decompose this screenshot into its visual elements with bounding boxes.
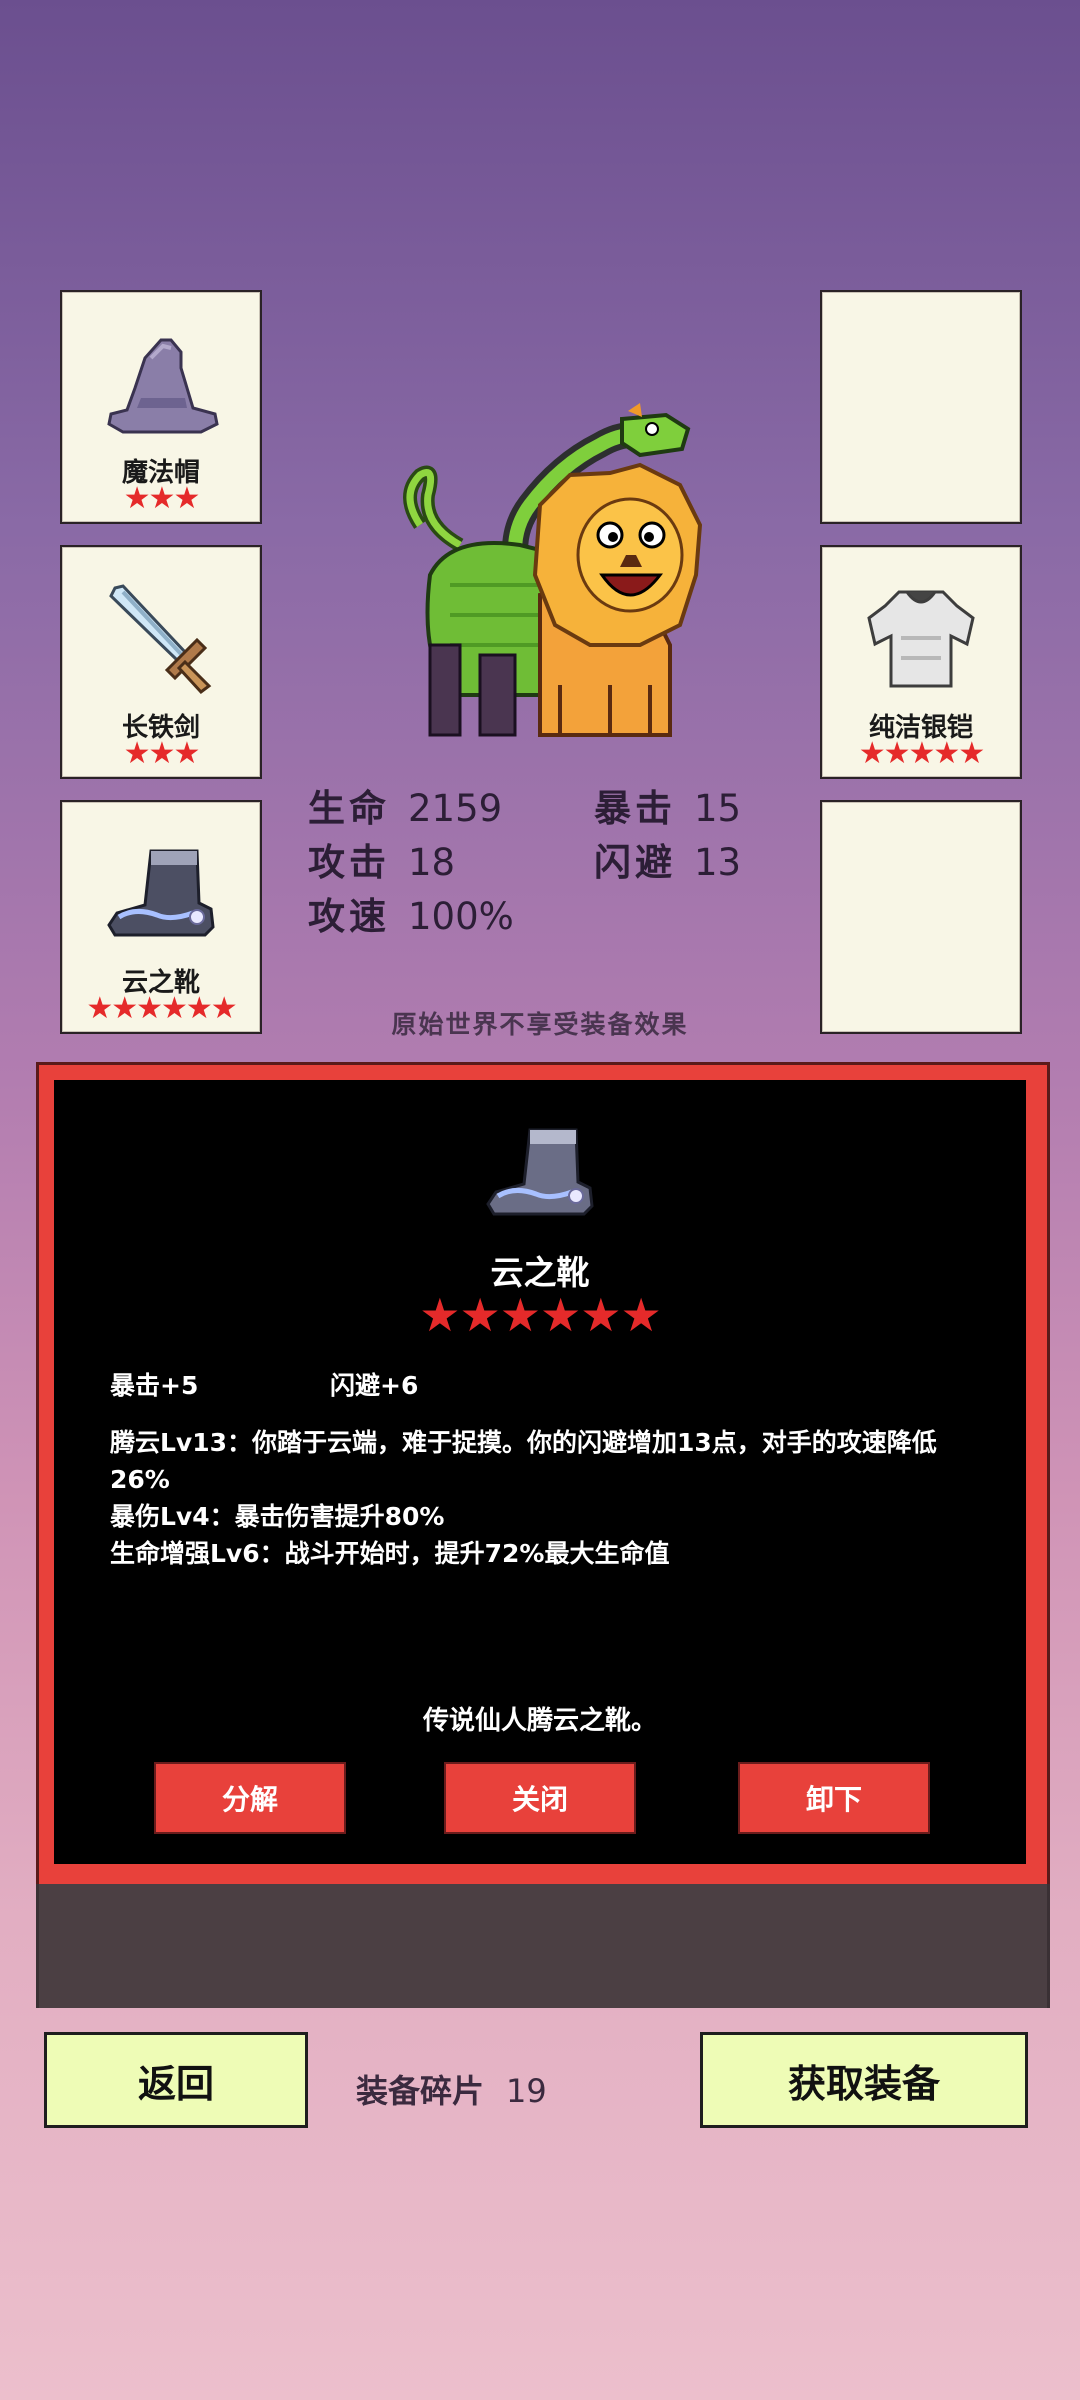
slot-boots[interactable]: 云之靴 ★★★★★★ bbox=[60, 800, 262, 1034]
iron-sword-icon bbox=[62, 573, 260, 703]
wizard-hat-icon bbox=[62, 318, 260, 448]
stat-hp: 生命 2159 bbox=[308, 778, 502, 832]
skill-line: 腾云Lv13：你踏于云端，难于捉摸。你的闪避增加13点，对手的攻速降低26% bbox=[110, 1428, 937, 1494]
back-button[interactable]: 返回 bbox=[44, 2032, 308, 2128]
stat-atk-value: 18 bbox=[408, 841, 456, 884]
stat-speed-label: 攻速 bbox=[308, 895, 390, 938]
stat-hp-value: 2159 bbox=[408, 787, 503, 830]
stat-dodge: 闪避 13 bbox=[594, 832, 741, 886]
slot-hat-stars: ★★★ bbox=[123, 481, 201, 516]
stat-crit: 暴击 15 bbox=[594, 778, 741, 832]
item-attr-dodge: 闪避+6 bbox=[330, 1371, 419, 1400]
stat-crit-label: 暴击 bbox=[594, 787, 676, 830]
cloud-boots-large-icon bbox=[480, 1122, 600, 1222]
stat-speed-value: 100% bbox=[408, 895, 514, 938]
item-attr-crit: 暴击+5 bbox=[110, 1371, 199, 1400]
fragments-display: 装备碎片 19 bbox=[356, 2066, 547, 2112]
item-description: 腾云Lv13：你踏于云端，难于捉摸。你的闪避增加13点，对手的攻速降低26% 暴… bbox=[110, 1424, 970, 1572]
unequip-button[interactable]: 卸下 bbox=[738, 1762, 930, 1834]
stat-dodge-label: 闪避 bbox=[594, 841, 676, 884]
stat-speed: 攻速 100% bbox=[308, 886, 514, 940]
fragments-value: 19 bbox=[506, 2072, 547, 2110]
silver-armor-icon bbox=[822, 573, 1020, 703]
stat-atk: 攻击 18 bbox=[308, 832, 455, 886]
skill-line: 生命增强Lv6：战斗开始时，提升72%最大生命值 bbox=[110, 1539, 670, 1568]
cloud-boots-icon bbox=[62, 828, 260, 958]
slot-hat[interactable]: 魔法帽 ★★★ bbox=[60, 290, 262, 524]
item-title: 云之靴 bbox=[490, 1253, 590, 1292]
chimera-character-icon bbox=[390, 395, 710, 740]
item-stars: ★★★★★★ bbox=[419, 1288, 661, 1342]
stat-hp-label: 生命 bbox=[308, 787, 390, 830]
stat-crit-value: 15 bbox=[694, 787, 742, 830]
stat-dodge-value: 13 bbox=[694, 841, 742, 884]
close-button[interactable]: 关闭 bbox=[444, 1762, 636, 1834]
stat-atk-label: 攻击 bbox=[308, 841, 390, 884]
fragments-label: 装备碎片 bbox=[356, 2072, 485, 2110]
slot-empty-bottom[interactable] bbox=[820, 800, 1022, 1034]
panel-shadow bbox=[36, 1884, 1050, 2008]
slot-armor-stars: ★★★★★ bbox=[858, 736, 985, 771]
decompose-button[interactable]: 分解 bbox=[154, 1762, 346, 1834]
world-note: 原始世界不享受装备效果 bbox=[391, 1010, 689, 1039]
slot-weapon[interactable]: 长铁剑 ★★★ bbox=[60, 545, 262, 779]
skill-line: 暴伤Lv4：暴击伤害提升80% bbox=[110, 1502, 445, 1531]
get-equipment-button[interactable]: 获取装备 bbox=[700, 2032, 1028, 2128]
slot-weapon-stars: ★★★ bbox=[123, 736, 201, 771]
slot-armor[interactable]: 纯洁银铠 ★★★★★ bbox=[820, 545, 1022, 779]
slot-empty-top[interactable] bbox=[820, 290, 1022, 524]
item-flavor-text: 传说仙人腾云之靴。 bbox=[422, 1706, 657, 1736]
